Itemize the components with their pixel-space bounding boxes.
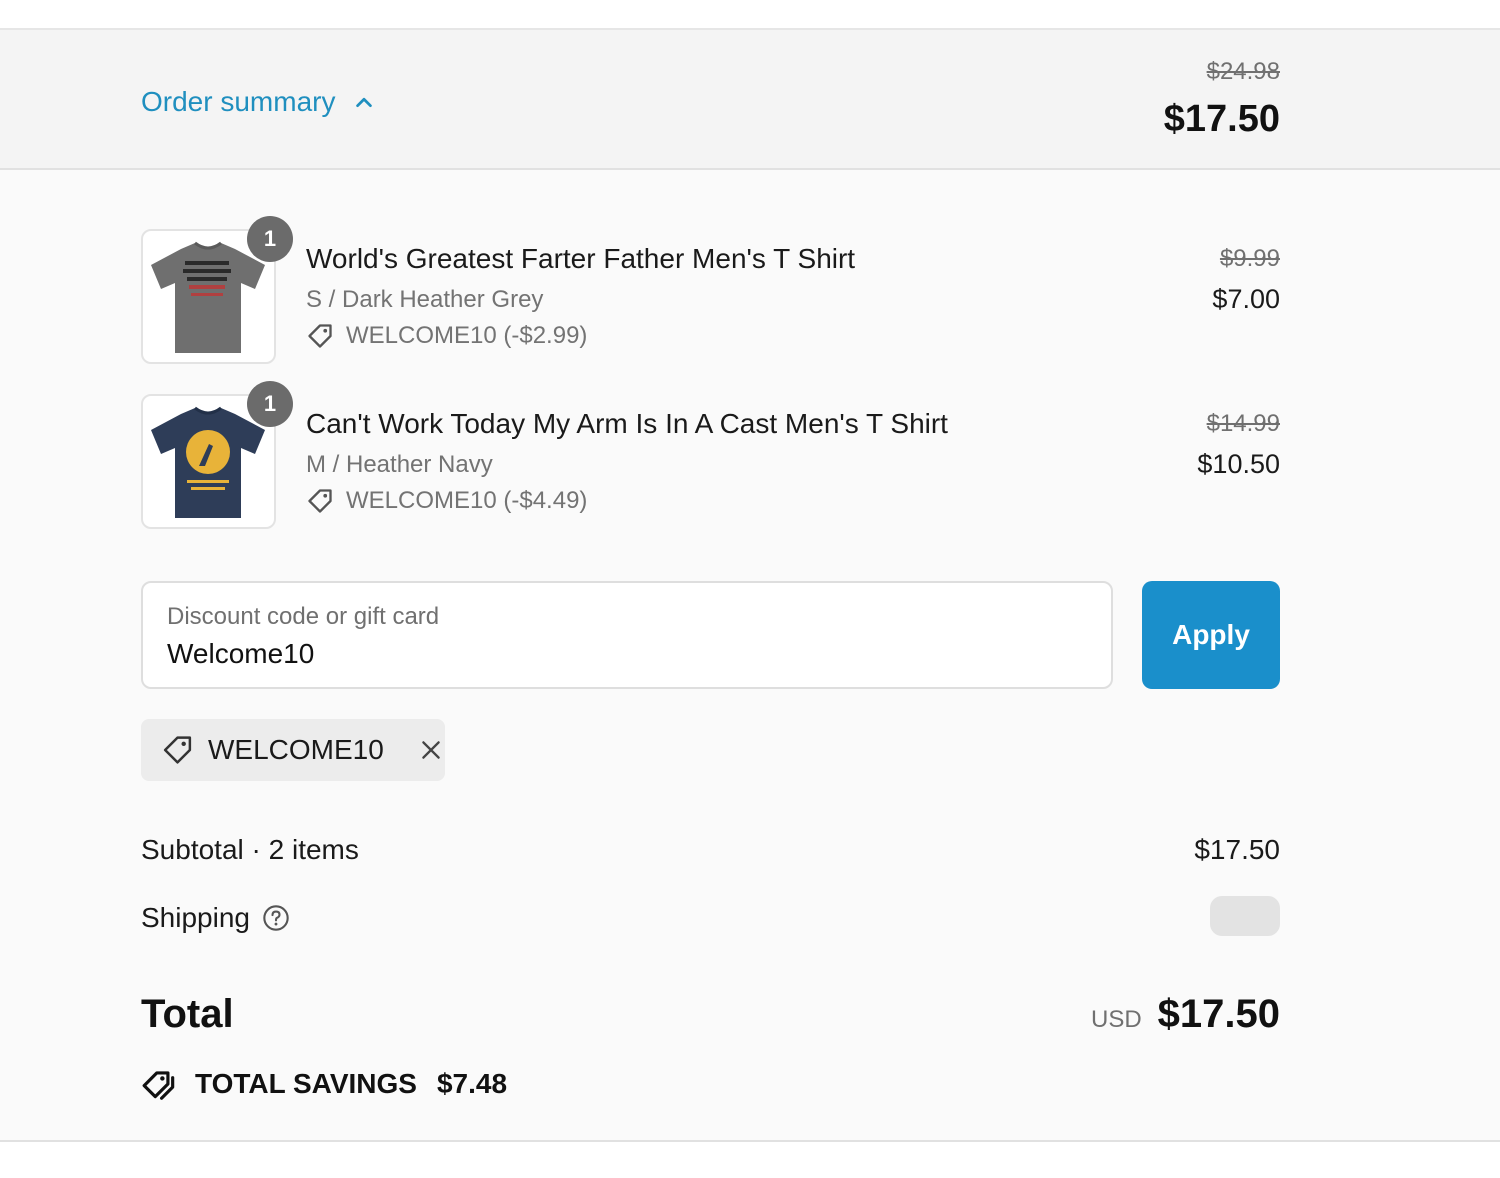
item-discount: WELCOME10 (-$2.99): [306, 322, 587, 350]
product-variant: S / Dark Heather Grey: [306, 286, 544, 313]
product-thumbnail: 1: [141, 216, 293, 364]
item-discount-label: WELCOME10 (-$4.49): [346, 487, 588, 514]
applied-discount-chip: WELCOME10: [141, 719, 445, 781]
product-variant: M / Heather Navy: [306, 451, 493, 478]
header-total: $17.50: [1163, 98, 1280, 140]
applied-discount-code: WELCOME10: [208, 734, 384, 765]
order-summary-header: Order summary $24.98 $17.50: [0, 28, 1500, 170]
shipping-loading-placeholder: [1210, 896, 1280, 936]
item-original-price: $9.99: [1219, 245, 1280, 272]
discount-code-field[interactable]: Discount code or gift card: [141, 581, 1113, 689]
quantity-badge: 1: [247, 216, 293, 262]
tag-icon: [163, 736, 192, 764]
product-thumbnail: 1: [141, 381, 293, 529]
discount-code-label: Discount code or gift card: [167, 603, 440, 630]
header-original-total: $24.98: [1206, 58, 1280, 85]
item-price: $10.50: [1197, 449, 1280, 479]
total-savings-value: $7.48: [436, 1068, 508, 1099]
total-savings: TOTAL SAVINGS $7.48: [141, 1065, 507, 1103]
chevron-up-icon: [356, 97, 373, 108]
help-icon[interactable]: [262, 904, 290, 932]
subtotal-row: Subtotal · 2 items $17.50: [141, 834, 1280, 866]
product-name: Can't Work Today My Arm Is In A Cast Men…: [306, 408, 948, 439]
total-label: Total: [141, 992, 234, 1036]
tag-icon: [308, 489, 332, 513]
apply-button[interactable]: Apply: [1142, 581, 1280, 689]
item-original-price: $14.99: [1206, 410, 1280, 437]
total-savings-label: TOTAL SAVINGS: [195, 1068, 417, 1099]
tags-icon: [142, 1071, 175, 1100]
close-icon: [422, 741, 441, 759]
discount-code-input[interactable]: [167, 638, 1067, 670]
total-value: $17.50: [1157, 992, 1280, 1036]
quantity-badge: 1: [247, 381, 293, 427]
order-summary-toggle[interactable]: Order summary: [141, 86, 375, 118]
shipping-row: Shipping: [141, 896, 1280, 936]
tag-icon: [308, 324, 332, 348]
item-price: $7.00: [1212, 284, 1280, 314]
order-summary-body: 1 World's Greatest Farter Father Men's T…: [0, 170, 1500, 1142]
total-currency: USD: [1090, 1006, 1142, 1033]
shipping-label: Shipping: [141, 902, 250, 933]
line-item: 1 World's Greatest Farter Father Men's T…: [141, 216, 1280, 365]
total-value-group: USD $17.50: [1091, 992, 1280, 1037]
line-item: 1 Can't Work Today My Arm Is In A Cast M…: [141, 381, 1280, 530]
order-summary-label: Order summary: [141, 86, 336, 117]
remove-discount-button[interactable]: [418, 736, 445, 764]
subtotal-label: Subtotal · 2 items: [141, 834, 359, 865]
product-name: World's Greatest Farter Father Men's T S…: [306, 243, 856, 274]
subtotal-value: $17.50: [1194, 834, 1280, 865]
item-discount: WELCOME10 (-$4.49): [306, 487, 587, 515]
item-discount-label: WELCOME10 (-$2.99): [346, 322, 588, 349]
